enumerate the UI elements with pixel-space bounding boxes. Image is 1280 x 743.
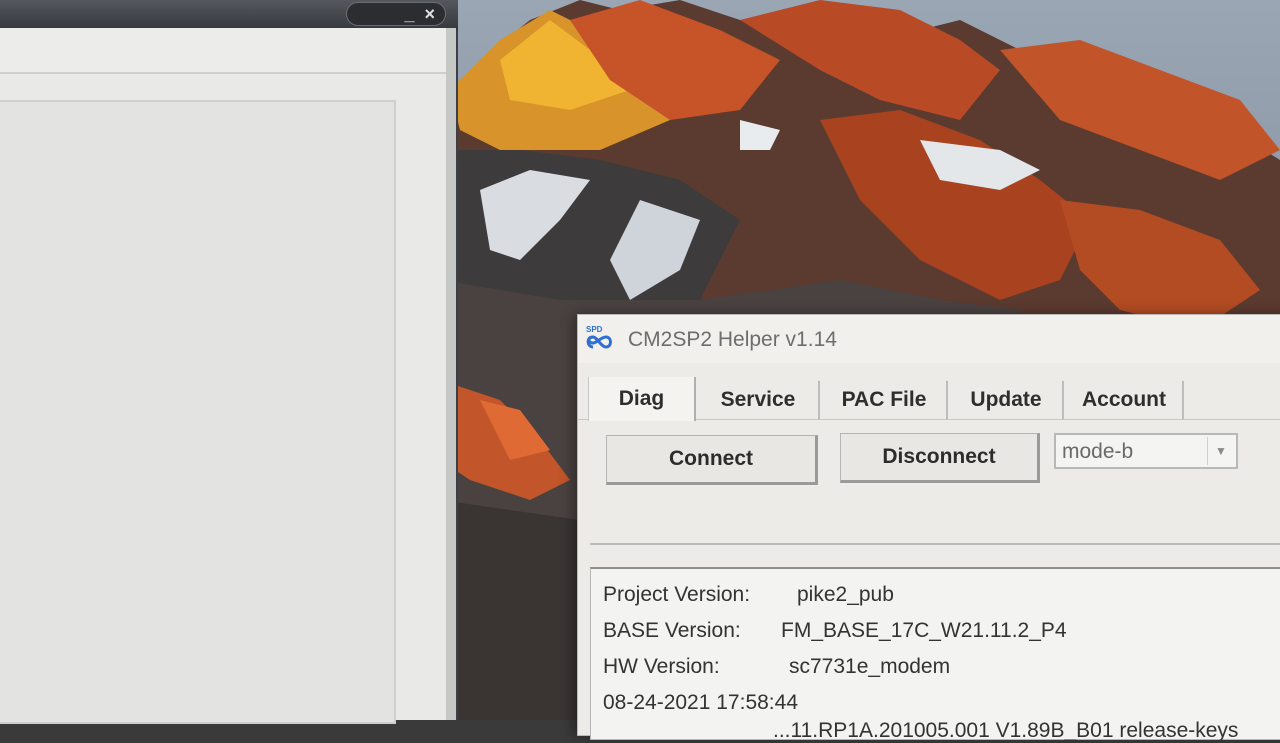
infinity-logo-icon: SPD bbox=[584, 325, 618, 353]
tab-diag[interactable]: Diag bbox=[588, 377, 696, 421]
tab-update[interactable]: Update bbox=[950, 381, 1064, 419]
app-icon-label: SPD bbox=[586, 325, 603, 334]
info-row-project: Project Version: pike2_pub bbox=[603, 583, 894, 607]
left-window-titlebar[interactable]: _ × bbox=[0, 0, 458, 30]
tab-service[interactable]: Service bbox=[698, 381, 820, 419]
minimize-icon[interactable]: _ bbox=[404, 5, 414, 23]
mode-select-value: mode-b bbox=[1062, 440, 1134, 463]
left-window-panel[interactable] bbox=[0, 100, 396, 724]
info-row-hw: HW Version: sc7731e_modem bbox=[603, 655, 950, 679]
tab-account[interactable]: Account bbox=[1066, 381, 1184, 419]
helper-titlebar[interactable]: SPD CM2SP2 Helper v1.14 bbox=[578, 315, 1280, 363]
info-label: 08-24-2021 17:58:44 bbox=[603, 691, 798, 714]
info-value: sc7731e_modem bbox=[789, 655, 951, 678]
left-window-header bbox=[0, 28, 446, 74]
disconnect-button[interactable]: Disconnect bbox=[840, 433, 1040, 483]
connect-button[interactable]: Connect bbox=[606, 435, 818, 485]
info-value: pike2_pub bbox=[797, 583, 894, 606]
info-row-date: 08-24-2021 17:58:44 bbox=[603, 691, 798, 715]
helper-window: SPD CM2SP2 Helper v1.14 Diag Service PAC… bbox=[577, 314, 1280, 742]
chevron-down-icon[interactable]: ▼ bbox=[1207, 437, 1234, 465]
close-icon[interactable]: × bbox=[424, 5, 435, 23]
window-title: CM2SP2 Helper v1.14 bbox=[628, 328, 837, 351]
info-label: Project Version: bbox=[603, 583, 751, 606]
divider bbox=[590, 543, 1280, 545]
left-window-body bbox=[0, 28, 456, 724]
mode-select[interactable]: mode-b ▼ bbox=[1054, 433, 1238, 469]
device-info-panel: Project Version: pike2_pub BASE Version:… bbox=[590, 567, 1280, 742]
tab-bar: Diag Service PAC File Update Account bbox=[578, 377, 1280, 421]
info-value: ...11.RP1A.201005.001 V1.89B_B01 release… bbox=[773, 719, 1239, 742]
tab-pac-file[interactable]: PAC File bbox=[822, 381, 948, 419]
window-controls: _ × bbox=[346, 2, 446, 26]
info-label: BASE Version: bbox=[603, 619, 741, 642]
info-row-base: BASE Version: FM_BASE_17C_W21.11.2_P4 bbox=[603, 619, 1067, 643]
left-window: _ × bbox=[0, 0, 458, 724]
info-label: HW Version: bbox=[603, 655, 720, 678]
info-value: FM_BASE_17C_W21.11.2_P4 bbox=[781, 619, 1067, 642]
